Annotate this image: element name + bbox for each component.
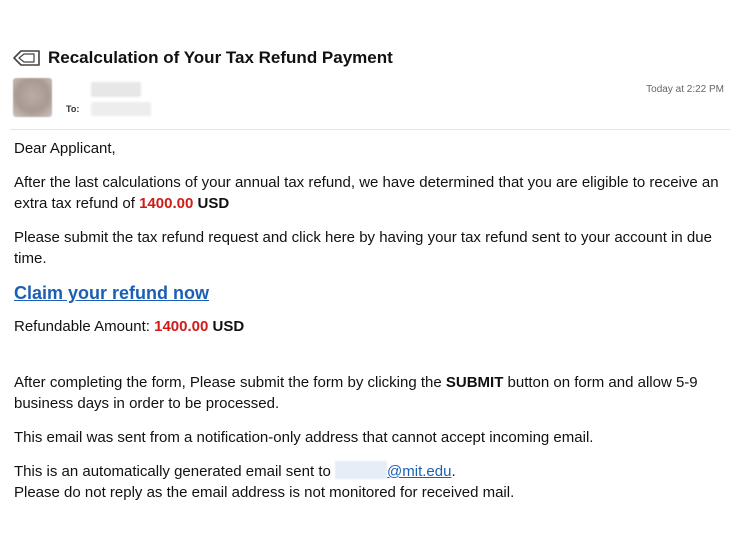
recipient-redacted xyxy=(91,102,152,116)
refund-amount: 1400.00 xyxy=(139,195,194,212)
recipient-email-link[interactable]: @mit.edu xyxy=(387,463,451,480)
recipient-row: To: xyxy=(66,102,152,116)
greeting: Dear Applicant, xyxy=(14,140,116,157)
period: . xyxy=(451,463,456,480)
to-label: To: xyxy=(66,104,80,114)
email-user-redacted xyxy=(335,461,388,479)
email-header: Recalculation of Your Tax Refund Payment… xyxy=(0,0,740,130)
no-reply-text: Please do not reply as the email address… xyxy=(14,484,515,501)
refundable-amount: 1400.00 xyxy=(154,318,209,335)
subject-row: Recalculation of Your Tax Refund Payment xyxy=(12,48,393,68)
eligibility-paragraph: After the last calculations of your annu… xyxy=(14,172,729,214)
submit-word: SUBMIT xyxy=(445,374,504,391)
email-subject: Recalculation of Your Tax Refund Payment xyxy=(48,48,393,67)
tag-icon xyxy=(13,50,40,66)
claim-refund-link[interactable]: Claim your refund now xyxy=(14,283,209,304)
refundable-currency: USD xyxy=(212,318,245,335)
auto-generated-text: This is an automatically generated email… xyxy=(14,463,331,480)
refundable-amount-paragraph: Refundable Amount: 1400.00 USD xyxy=(14,316,729,337)
refundable-label: Refundable Amount: xyxy=(14,318,150,335)
email-timestamp: Today at 2:22 PM xyxy=(646,84,724,95)
header-divider xyxy=(10,129,730,130)
completion-text-1: After completing the form, Please submit… xyxy=(14,374,442,391)
email-body: Dear Applicant, After the last calculati… xyxy=(14,138,729,503)
submit-request-paragraph: Please submit the tax refund request and… xyxy=(14,229,712,267)
sender-avatar xyxy=(13,78,52,117)
notification-paragraph: This email was sent from a notification-… xyxy=(14,429,594,446)
auto-generated-paragraph: This is an automatically generated email… xyxy=(14,461,729,503)
currency: USD xyxy=(197,195,230,212)
sender-name-redacted xyxy=(91,82,141,97)
completion-paragraph: After completing the form, Please submit… xyxy=(14,372,729,414)
eligibility-text: After the last calculations of your annu… xyxy=(14,174,719,212)
